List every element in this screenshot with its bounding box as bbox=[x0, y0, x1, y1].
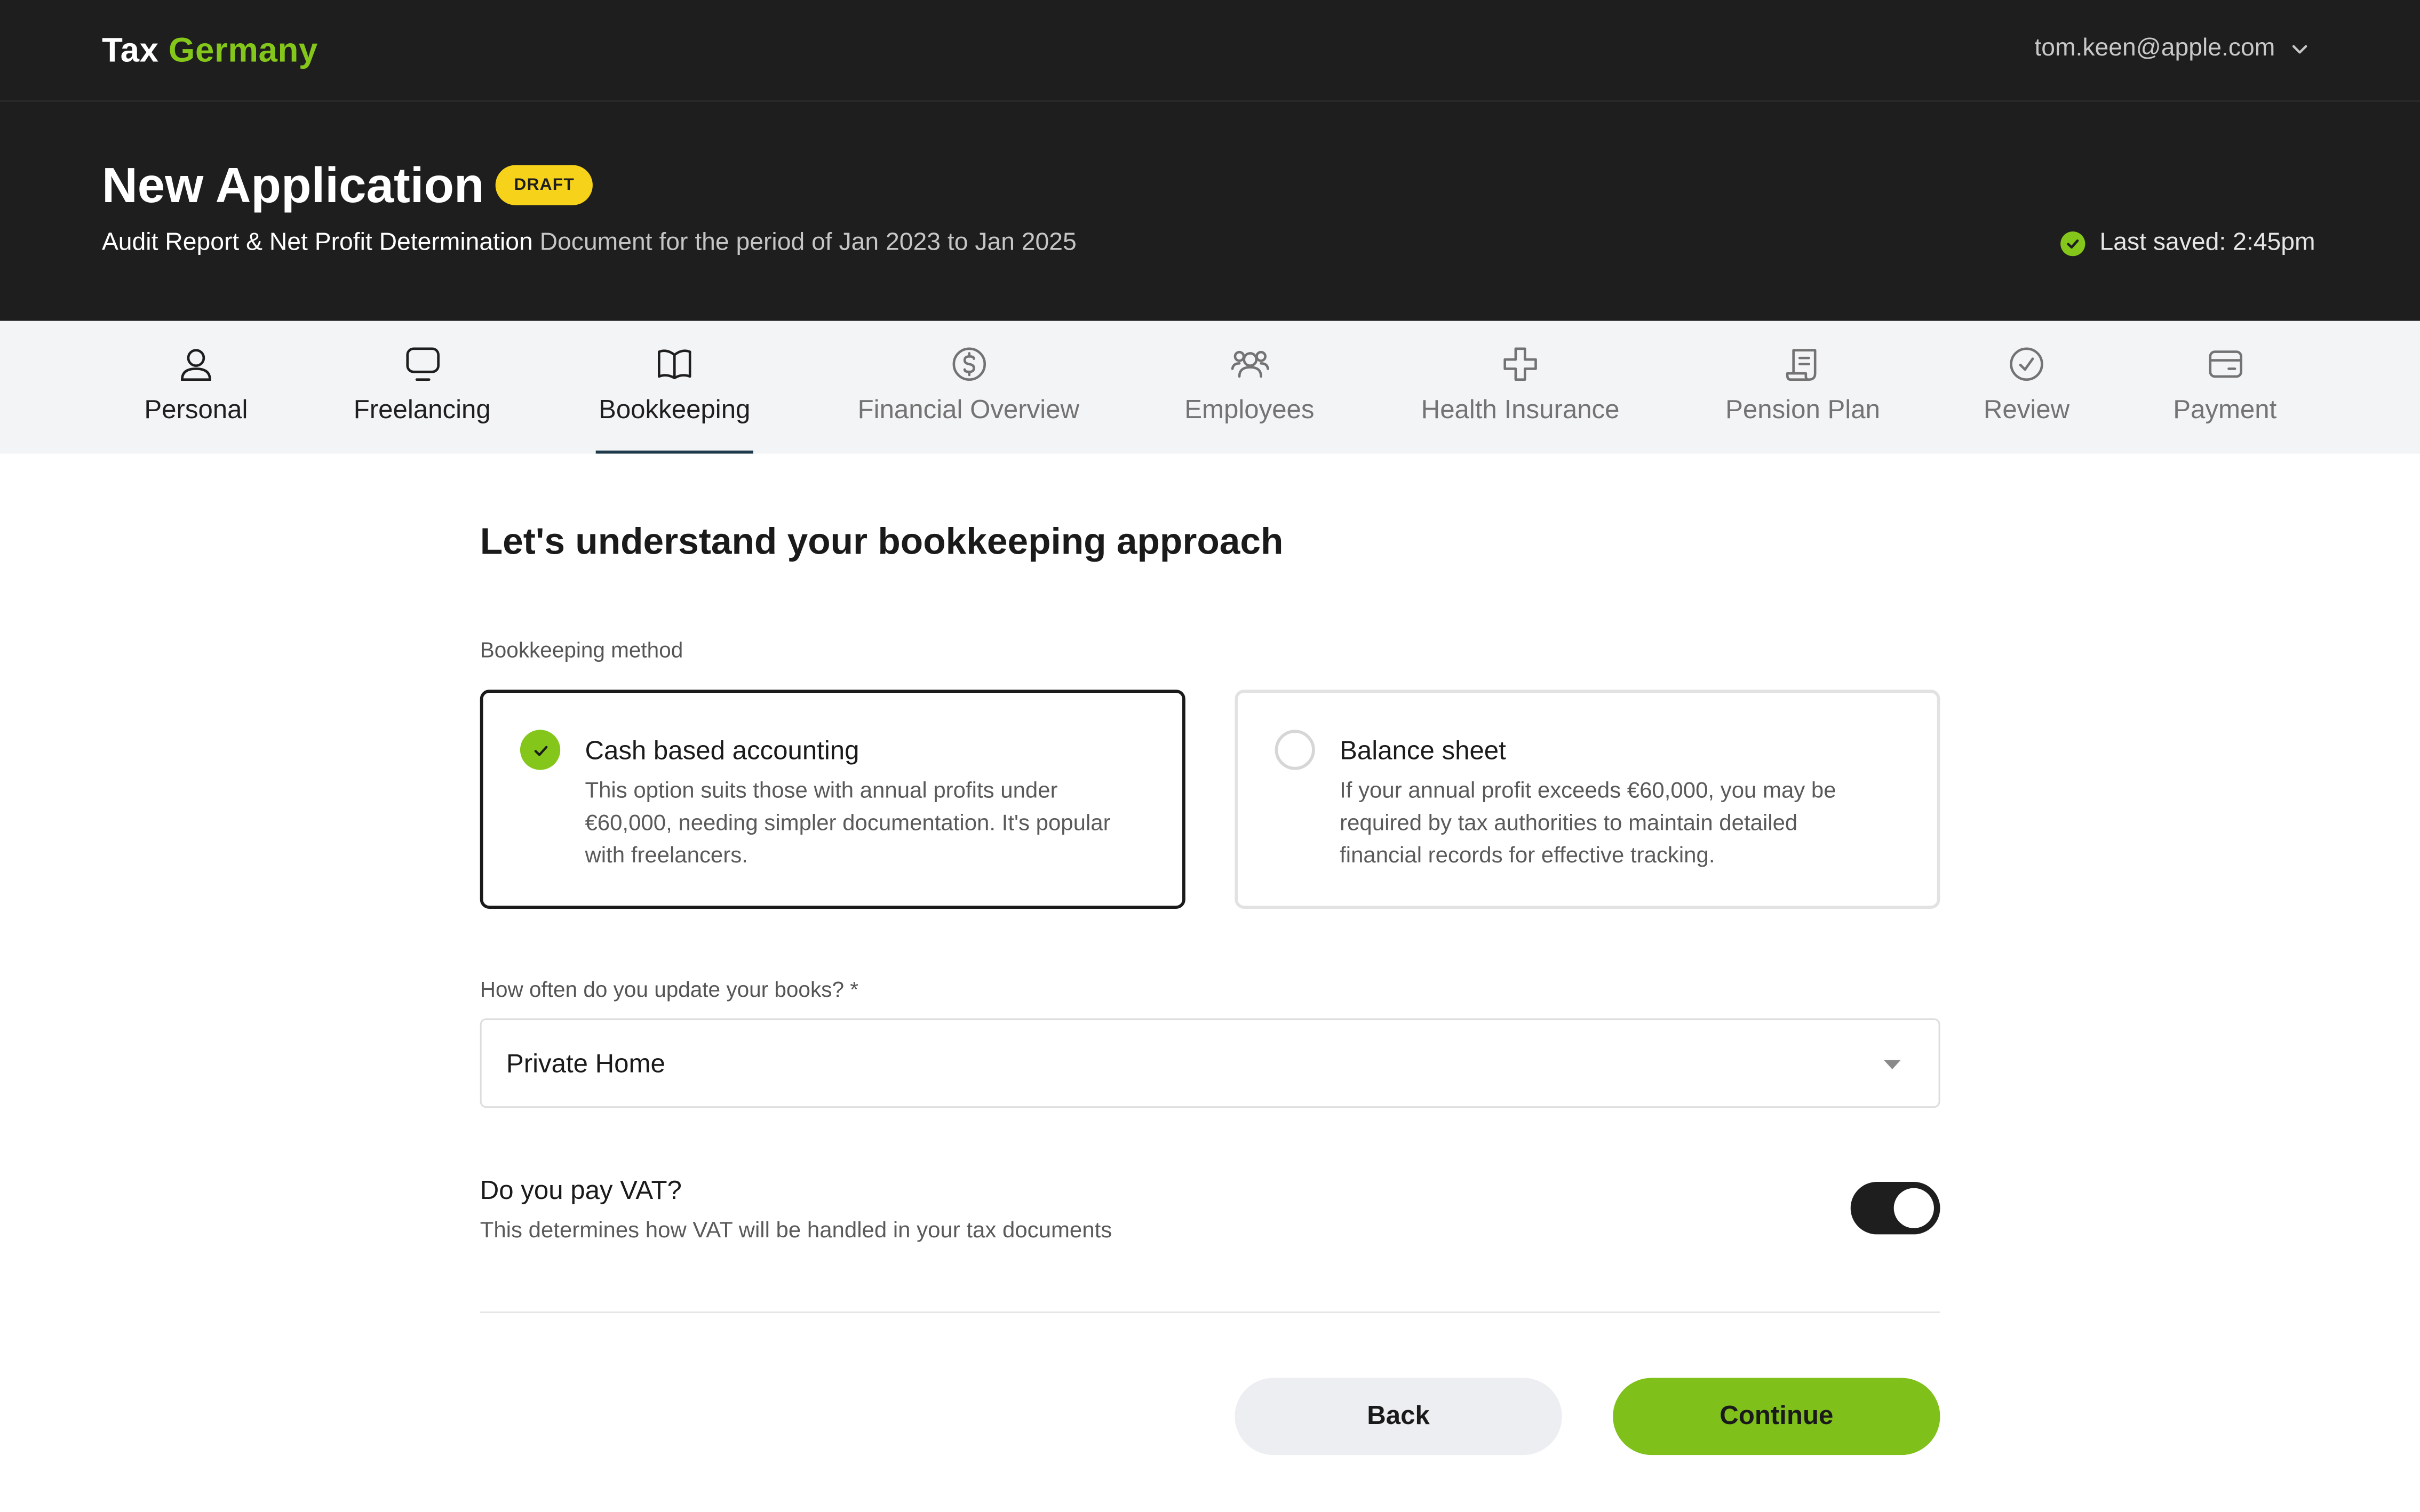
check-icon bbox=[534, 745, 547, 755]
section-heading: Let's understand your bookkeeping approa… bbox=[480, 521, 1284, 563]
card-icon bbox=[2205, 344, 2245, 384]
page-title: New Application bbox=[101, 157, 484, 213]
step-payment[interactable]: Payment bbox=[2171, 321, 2278, 454]
logo-word-tax: Tax bbox=[101, 30, 159, 70]
step-label: Financial Overview bbox=[857, 395, 1080, 425]
top-bar: Tax Germany tom.keen@apple.com bbox=[0, 0, 2420, 102]
step-bookkeeping[interactable]: Bookkeeping bbox=[595, 321, 753, 454]
status-badge: DRAFT bbox=[495, 165, 593, 205]
last-saved-text: Last saved: 2:45pm bbox=[2099, 230, 2315, 257]
caret-down-icon bbox=[1883, 1060, 1901, 1069]
divider bbox=[480, 1311, 1940, 1313]
step-employees[interactable]: Employees bbox=[1184, 321, 1315, 454]
toggle-knob bbox=[1893, 1188, 1934, 1228]
save-status: Last saved: 2:45pm bbox=[2061, 230, 2315, 258]
book-open-icon bbox=[655, 344, 695, 384]
back-button[interactable]: Back bbox=[1235, 1378, 1562, 1455]
subtitle-net-profit: Net Profit Determination bbox=[269, 230, 533, 257]
step-label: Bookkeeping bbox=[599, 395, 751, 425]
vat-toggle[interactable] bbox=[1850, 1182, 1940, 1235]
subtitle-period: Document for the period of Jan 2023 to J… bbox=[532, 230, 1077, 257]
receipt-icon bbox=[1782, 344, 1822, 384]
user-email: tom.keen@apple.com bbox=[2034, 35, 2275, 62]
step-label: Health Insurance bbox=[1421, 395, 1620, 425]
step-label: Employees bbox=[1184, 395, 1315, 425]
check-icon bbox=[2061, 231, 2086, 257]
logo[interactable]: Tax Germany bbox=[102, 31, 318, 71]
active-step-indicator bbox=[595, 450, 753, 454]
vat-question: Do you pay VAT? bbox=[480, 1175, 682, 1205]
step-personal[interactable]: Personal bbox=[144, 321, 249, 454]
update-frequency-select[interactable]: Private Home bbox=[480, 1018, 1940, 1108]
step-review[interactable]: Review bbox=[1984, 321, 2070, 454]
option-balance-sheet[interactable]: Balance sheet If your annual profit exce… bbox=[1235, 690, 1940, 909]
option-description: This option suits those with annual prof… bbox=[585, 779, 1111, 869]
step-label: Personal bbox=[144, 395, 248, 425]
users-icon bbox=[1229, 344, 1269, 384]
option-title: Cash based accounting bbox=[585, 735, 859, 765]
subtitle-audit-report: Audit Report bbox=[101, 230, 240, 257]
step-navigation: Personal Freelancing Bookkeeping Financi… bbox=[0, 321, 2420, 454]
option-description: If your annual profit exceeds €60,000, y… bbox=[1340, 779, 1836, 869]
continue-button[interactable]: Continue bbox=[1613, 1378, 1940, 1455]
radio-unselected[interactable] bbox=[1275, 730, 1315, 770]
page-header: New Application DRAFT Audit Report & Net… bbox=[0, 101, 2420, 321]
user-menu[interactable]: tom.keen@apple.com bbox=[2034, 36, 2309, 63]
dollar-circle-icon bbox=[949, 344, 989, 384]
medical-cross-icon bbox=[1500, 344, 1540, 384]
radio-selected[interactable] bbox=[520, 730, 561, 770]
update-frequency-label: How often do you update your books? * bbox=[480, 977, 859, 1002]
step-pension-plan[interactable]: Pension Plan bbox=[1725, 321, 1880, 454]
subtitle-ampersand: & bbox=[239, 230, 269, 257]
page-subtitle: Audit Report & Net Profit Determination … bbox=[102, 230, 1077, 258]
step-financial-overview[interactable]: Financial Overview bbox=[855, 321, 1082, 454]
monitor-icon bbox=[402, 344, 442, 384]
option-cash-based-accounting[interactable]: Cash based accounting This option suits … bbox=[480, 690, 1185, 909]
bookkeeping-method-label: Bookkeeping method bbox=[480, 637, 683, 662]
step-label: Pension Plan bbox=[1725, 395, 1880, 425]
step-label: Freelancing bbox=[353, 395, 491, 425]
user-icon bbox=[176, 344, 216, 384]
logo-word-germany: Germany bbox=[168, 30, 318, 70]
vat-help-text: This determines how VAT will be handled … bbox=[480, 1219, 1112, 1244]
step-freelancing[interactable]: Freelancing bbox=[352, 321, 492, 454]
step-health-insurance[interactable]: Health Insurance bbox=[1419, 321, 1622, 454]
select-value: Private Home bbox=[506, 1049, 665, 1079]
check-circle-icon bbox=[2007, 344, 2047, 384]
chevron-down-icon bbox=[2292, 45, 2307, 54]
option-title: Balance sheet bbox=[1340, 735, 1506, 765]
app-root: Tax Germany tom.keen@apple.com New Appli… bbox=[0, 0, 2420, 1512]
step-label: Payment bbox=[2173, 395, 2277, 425]
step-label: Review bbox=[1983, 395, 2070, 425]
